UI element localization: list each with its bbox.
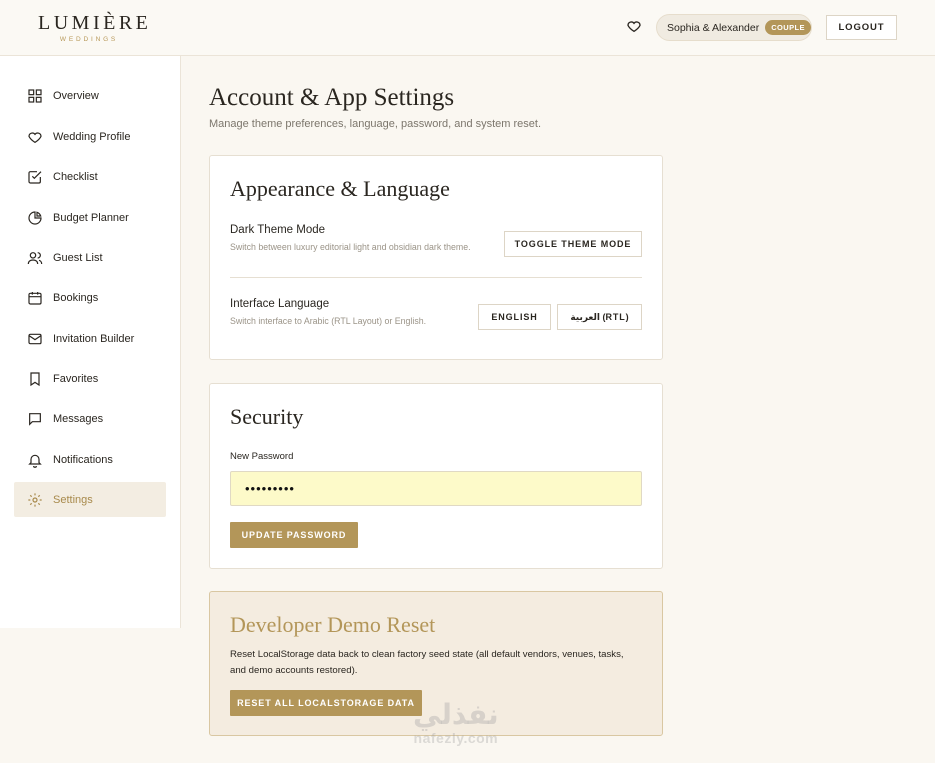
user-name: Sophia & Alexander [667,21,760,34]
sidebar-item-label: Checklist [53,170,98,183]
sidebar-item-label: Invitation Builder [53,332,135,345]
language-label: Interface Language [230,298,330,310]
card-title: Developer Demo Reset [230,612,436,637]
sidebar-item-notifications[interactable]: Notifications [14,442,166,477]
password-label: New Password [230,451,294,462]
reset-localstorage-button[interactable]: RESET ALL LOCALSTORAGE DATA [230,690,422,716]
watermark: نفذلي nafezly.com [413,699,499,747]
sidebar-item-label: Bookings [53,291,99,304]
security-card: Security New Password ••••••••• UPDATE P… [209,383,663,569]
sidebar-item-bookings[interactable]: Bookings [14,280,166,315]
sidebar-item-wedding-profile[interactable]: Wedding Profile [14,119,166,154]
users-icon [27,251,43,264]
card-title: Appearance & Language [230,176,450,201]
mail-icon [28,333,42,344]
reset-description: Reset LocalStorage data back to clean fa… [230,649,624,676]
theme-label: Dark Theme Mode [230,224,326,236]
heart-icon [28,131,42,143]
logout-button[interactable]: LOGOUT [826,15,897,40]
brand-logo[interactable]: LUMIÈRE WEDDINGS [38,12,152,43]
update-password-button[interactable]: UPDATE PASSWORD [230,522,358,548]
sidebar-item-overview[interactable]: Overview [14,78,166,113]
calendar-icon [28,291,42,305]
top-header: LUMIÈRE WEDDINGS Sophia & Alexander COUP… [0,0,935,56]
pie-chart-icon [28,210,42,225]
page-title: Account & App Settings [209,84,455,111]
sidebar-item-label: Favorites [53,372,99,385]
english-button[interactable]: ENGLISH [478,304,551,330]
bell-icon [28,454,42,468]
card-title: Security [230,404,304,429]
logo-wordmark: LUMIÈRE [38,12,152,34]
page-subtitle: Manage theme preferences, language, pass… [209,118,542,130]
bookmark-icon [30,371,40,386]
sidebar-item-label: Overview [53,89,99,102]
toggle-theme-button[interactable]: TOGGLE THEME MODE [504,231,642,257]
sidebar-item-settings[interactable]: Settings [14,482,166,517]
sidebar-item-budget-planner[interactable]: Budget Planner [14,200,166,235]
watermark-arabic: نفذلي [413,699,499,730]
sidebar-item-invitation-builder[interactable]: Invitation Builder [14,321,166,356]
favorites-heart-icon[interactable] [624,16,644,36]
message-icon [29,412,41,426]
logo-tagline: WEDDINGS [59,36,119,43]
sidebar-item-favorites[interactable]: Favorites [14,361,166,396]
sidebar-item-guest-list[interactable]: Guest List [14,240,166,275]
theme-description: Switch between luxury editorial light an… [230,242,471,252]
role-badge: COUPLE [765,20,811,35]
watermark-latin: nafezly.com [413,730,499,746]
sidebar-item-label: Messages [53,412,104,425]
sidebar-item-label: Settings [53,493,93,506]
sidebar: Overview Wedding Profile Checklist Budge… [0,56,181,628]
sidebar-item-checklist[interactable]: Checklist [14,159,166,194]
language-description: Switch interface to Arabic (RTL Layout) … [230,316,427,326]
sidebar-item-messages[interactable]: Messages [14,401,166,436]
grid-icon [28,88,42,103]
sidebar-item-label: Budget Planner [53,211,129,224]
appearance-card: Appearance & Language Dark Theme Mode Sw… [209,155,663,360]
sidebar-item-label: Wedding Profile [53,130,131,143]
arabic-rtl-button[interactable]: العربية (RTL) [557,304,642,330]
divider [230,277,642,278]
checkbox-icon [28,170,42,184]
user-pill[interactable]: Sophia & Alexander COUPLE [656,14,812,41]
sidebar-item-label: Guest List [53,251,103,264]
sidebar-item-label: Notifications [53,453,113,466]
gear-icon [28,492,42,507]
new-password-input[interactable]: ••••••••• [230,471,642,506]
